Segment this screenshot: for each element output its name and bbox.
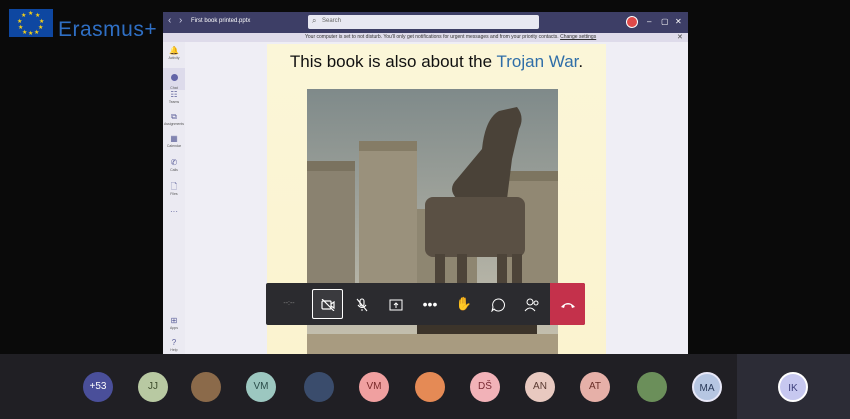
change-settings-link[interactable]: Change settings (560, 34, 596, 40)
eu-flag-logo: ★ ★ ★ ★ ★ ★ ★ ★ ★ ★ (9, 9, 53, 37)
participant-avatar[interactable]: VM (359, 372, 389, 402)
rail-item-more[interactable]: ··· (163, 207, 185, 229)
search-input[interactable]: ⌕ Search (308, 15, 539, 29)
chat-icon (170, 74, 178, 81)
rail-item-label: Assignments (163, 122, 185, 126)
rail-item-label: Teams (168, 100, 180, 104)
participant-strip: +53 JJ VM VM DŠ AN AT MA IK (0, 354, 850, 419)
participant-photo-avatar[interactable] (191, 372, 221, 402)
rail-item-calendar[interactable]: ▦ Calendar (163, 134, 185, 156)
rail-item-help[interactable]: ? Help (163, 338, 185, 354)
rail-item-teams[interactable]: ☷ Teams (163, 90, 185, 112)
more-icon[interactable]: ••• (414, 283, 446, 325)
participants-icon[interactable] (516, 283, 548, 325)
rail-item-files[interactable]: 🗋 Files (163, 182, 185, 204)
participant-avatar[interactable]: VM (246, 372, 276, 402)
participant-avatar[interactable]: AT (580, 372, 610, 402)
meeting-control-bar: --:-- ••• ✋ (266, 283, 585, 325)
slide-title: This book is also about the Trojan War. (289, 52, 584, 71)
active-speaker-avatar: IK (778, 372, 808, 402)
rail-item-label: Apps (170, 326, 178, 330)
phone-icon: ✆ (170, 158, 178, 167)
participant-avatar[interactable]: DŠ (470, 372, 500, 402)
rail-item-label: Activity (168, 56, 180, 60)
call-timer: --:-- (283, 300, 295, 307)
notification-bar: Your computer is set to not disturb. You… (163, 33, 688, 42)
chat-icon[interactable] (482, 283, 514, 325)
title-bar: ‹ › First book printed.pptx ⌕ Search – ▢… (163, 12, 688, 33)
rail-item-calls[interactable]: ✆ Calls (163, 158, 185, 180)
rail-item-label: Calls (170, 168, 178, 172)
rail-item-activity[interactable]: 🔔 Activity (163, 46, 185, 68)
forward-arrow-icon[interactable]: › (179, 15, 182, 26)
participant-photo-avatar[interactable] (637, 372, 667, 402)
apps-icon: ⊞ (170, 316, 178, 325)
rail-item-assignments[interactable]: ⧉ Assignments (163, 112, 185, 134)
overflow-count-badge[interactable]: +53 (83, 372, 113, 402)
assignments-icon: ⧉ (171, 112, 177, 121)
participant-avatar[interactable]: JJ (138, 372, 168, 402)
search-placeholder: Search (322, 18, 342, 24)
share-icon[interactable] (380, 283, 412, 325)
left-app-rail: 🔔 Activity Chat ☷ Teams ⧉ Assignments ▦ Calendar… (163, 42, 185, 354)
erasmus-brand-text: Erasmus+ (58, 18, 158, 41)
participant-avatar[interactable]: AN (525, 372, 555, 402)
calendar-icon: ▦ (170, 134, 178, 143)
bell-icon: 🔔 (169, 46, 179, 55)
maximize-button[interactable]: ▢ (661, 17, 669, 26)
window-title: First book printed.pptx (191, 18, 251, 24)
mic-off-icon[interactable] (346, 283, 378, 325)
rail-item-label: Calendar (166, 144, 182, 148)
participant-photo-avatar[interactable] (415, 372, 445, 402)
file-icon: 🗋 (170, 182, 178, 191)
more-icon: ··· (170, 207, 178, 216)
rail-item-label: Files (170, 192, 178, 196)
minimize-button[interactable]: – (647, 17, 651, 26)
rail-item-apps[interactable]: ⊞ Apps (163, 316, 185, 338)
slide-title-highlight: Trojan War (496, 52, 579, 71)
search-icon: ⌕ (312, 16, 317, 25)
profile-avatar[interactable] (626, 16, 638, 28)
participant-avatar[interactable]: MA (692, 372, 722, 402)
active-speaker-tile[interactable]: IK (737, 354, 850, 419)
camera-off-icon[interactable] (312, 289, 343, 319)
help-icon: ? (171, 338, 177, 347)
raise-hand-icon[interactable]: ✋ (448, 283, 480, 325)
hang-up-button[interactable] (550, 283, 585, 325)
teams-icon: ☷ (170, 90, 178, 99)
close-button[interactable]: ✕ (675, 17, 682, 26)
rail-item-chat[interactable]: Chat (163, 68, 185, 90)
notification-close-icon[interactable]: ✕ (677, 33, 683, 41)
notification-text: Your computer is set to not disturb. You… (305, 34, 597, 40)
participant-photo-avatar[interactable] (304, 372, 334, 402)
back-arrow-icon[interactable]: ‹ (168, 15, 171, 26)
rail-item-label: Help (170, 348, 178, 352)
